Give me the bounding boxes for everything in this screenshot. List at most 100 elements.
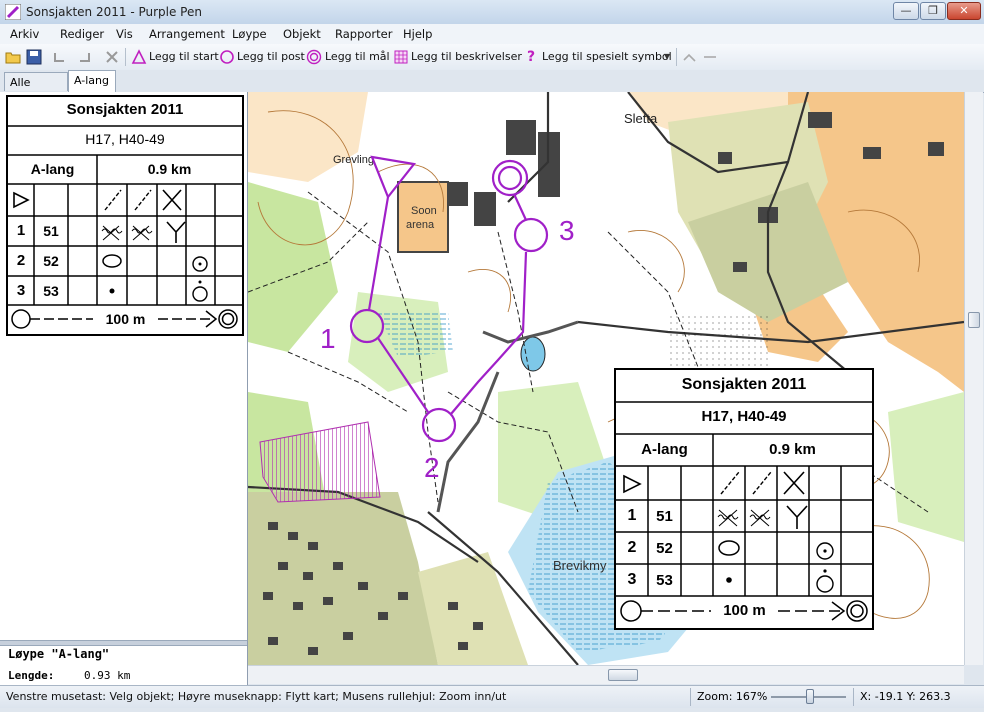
- control-1-symbols: [101, 221, 186, 243]
- map-control-3-code: 53: [656, 572, 673, 589]
- control-circle-icon: [220, 50, 234, 64]
- status-separator: [690, 688, 691, 706]
- descriptions-grid-icon: [394, 50, 408, 64]
- control-1-seq: 1: [16, 222, 26, 239]
- toolbar-separator: [676, 48, 677, 66]
- undo-icon[interactable]: [52, 49, 68, 65]
- map-label-grevling: Grevling: [333, 154, 374, 166]
- horizontal-scrollbar[interactable]: [248, 665, 964, 684]
- add-control-button[interactable]: Legg til post: [237, 47, 305, 67]
- finish-double-circle-icon: [306, 49, 322, 65]
- minimize-button[interactable]: —: [893, 2, 919, 20]
- status-bar: Venstre musetast: Velg objekt; Høyre mus…: [0, 685, 984, 708]
- status-message: Venstre musetast: Velg objekt; Høyre mus…: [6, 690, 507, 703]
- zoom-slider-thumb[interactable]: [806, 689, 814, 704]
- purple-pen-icon: [5, 4, 21, 20]
- question-mark-icon: ?: [527, 49, 536, 65]
- menu-hjelp[interactable]: Hjelp: [403, 27, 432, 41]
- map-description-classes: H17, H40-49: [701, 408, 787, 425]
- redo-icon[interactable]: [76, 49, 92, 65]
- control-3-code: 53: [43, 283, 59, 299]
- toolbar: Legg til start Legg til post Legg til må…: [0, 44, 984, 71]
- status-separator: [853, 688, 854, 706]
- map-column-header-symbols: [720, 471, 805, 495]
- map-description-sheet[interactable]: Sonsjakten 2011 H17, H40-49 A-lang 0.9 k…: [614, 368, 874, 630]
- vertical-scroll-thumb[interactable]: [968, 312, 980, 328]
- menu-loype[interactable]: Løype: [232, 27, 267, 41]
- control-2-seq: 2: [16, 252, 26, 269]
- tab-a-lang[interactable]: A-lang: [68, 70, 116, 92]
- control-number-2: 2: [424, 452, 440, 483]
- start-triangle-icon: [131, 49, 147, 64]
- finish-distance: 100 m: [105, 311, 146, 327]
- map-control-2-code: 52: [656, 540, 673, 557]
- map-control-1-seq: 1: [627, 507, 637, 524]
- map-label-arena: arena: [406, 219, 435, 231]
- zoom-label: Zoom: 167%: [697, 690, 768, 703]
- delete-icon[interactable]: [104, 49, 120, 65]
- title-bar: Sonsjakten 2011 - Purple Pen — ❐ ✕: [0, 0, 984, 25]
- start-triangle-icon: [13, 191, 30, 209]
- toolbar-separator: [125, 48, 126, 66]
- open-folder-icon[interactable]: [5, 49, 21, 65]
- left-panel: Sonsjakten 2011 H17, H40-49 A-lang 0.9 k…: [0, 92, 248, 685]
- description-course-name: A-lang: [30, 161, 75, 177]
- map-control-2-location-icon: [816, 542, 834, 560]
- description-course-length: 0.9 km: [147, 161, 192, 177]
- menu-rapporter[interactable]: Rapporter: [335, 27, 392, 41]
- vertical-scrollbar[interactable]: [964, 92, 983, 665]
- map-control-2-ellipse-icon: [718, 540, 740, 556]
- control-2-feature-ellipse-icon: [102, 254, 122, 268]
- map-control-3-location-icon: [816, 569, 834, 593]
- map-description-event: Sonsjakten 2011: [681, 376, 807, 393]
- menu-arkiv[interactable]: Arkiv: [10, 27, 39, 41]
- control-description-sheet[interactable]: Sonsjakten 2011 H17, H40-49 A-lang 0.9 k…: [6, 95, 244, 336]
- add-descriptions-button[interactable]: Legg til beskrivelser: [411, 47, 522, 67]
- column-header-symbols: [104, 189, 182, 211]
- description-event-title: Sonsjakten 2011: [66, 101, 184, 118]
- menu-arrangement[interactable]: Arrangement: [149, 27, 225, 41]
- menu-bar: Arkiv Rediger Vis Arrangement Løype Obje…: [0, 24, 984, 44]
- map-control-3-dot-icon: [726, 577, 732, 583]
- control-3-seq: 3: [16, 282, 26, 299]
- map-start-triangle-icon: [623, 474, 642, 494]
- line-tool-icon[interactable]: [682, 49, 698, 65]
- map-control-1-code: 51: [656, 508, 673, 525]
- map-finish-distance: 100 m: [723, 602, 766, 619]
- description-classes: H17, H40-49: [85, 131, 165, 147]
- map-description-course: A-lang: [641, 441, 688, 458]
- dropdown-arrow-icon[interactable]: ▼: [664, 52, 670, 61]
- map-control-2-seq: 2: [627, 539, 637, 556]
- control-2-code: 52: [43, 253, 59, 269]
- panel-splitter[interactable]: [0, 640, 247, 646]
- tab-alle-poster[interactable]: Alle poster: [4, 72, 68, 108]
- add-finish-button[interactable]: Legg til mål: [325, 47, 390, 67]
- control-number-3: 3: [559, 215, 575, 246]
- control-3-feature-dot-icon: [109, 288, 115, 294]
- map-control-3-seq: 3: [627, 571, 637, 588]
- map-label-sletta: Sletta: [624, 111, 658, 126]
- maximize-button[interactable]: ❐: [920, 2, 946, 20]
- window-title: Sonsjakten 2011 - Purple Pen: [26, 5, 202, 19]
- map-control-1-symbols: [717, 505, 808, 529]
- menu-vis[interactable]: Vis: [116, 27, 133, 41]
- horizontal-scroll-thumb[interactable]: [608, 669, 638, 681]
- map-label-soon: Soon: [411, 205, 437, 217]
- menu-rediger[interactable]: Rediger: [60, 27, 104, 41]
- close-button[interactable]: ✕: [947, 2, 981, 20]
- course-length-value: 0.93 km: [84, 669, 131, 682]
- add-special-symbol-button[interactable]: Legg til spesielt symbol: [542, 47, 672, 67]
- menu-objekt[interactable]: Objekt: [283, 27, 321, 41]
- tab-bar: Alle poster A-lang: [0, 70, 984, 108]
- add-start-button[interactable]: Legg til start: [149, 47, 219, 67]
- course-length-label: Lengde:: [8, 669, 55, 682]
- control-number-1: 1: [320, 323, 336, 354]
- cursor-coordinates: X: -19.1 Y: 263.3: [860, 690, 951, 703]
- control-1-code: 51: [43, 223, 59, 239]
- map-label-brevikmy: Brevikmy: [553, 558, 607, 573]
- control-2-location-icon: [192, 256, 208, 272]
- line-tool-2-icon[interactable]: [702, 49, 718, 65]
- save-icon[interactable]: [26, 49, 42, 65]
- map-view[interactable]: Sletta Grevling Soon arena Brevikmy 1 2 …: [248, 92, 964, 665]
- map-description-length: 0.9 km: [769, 441, 816, 458]
